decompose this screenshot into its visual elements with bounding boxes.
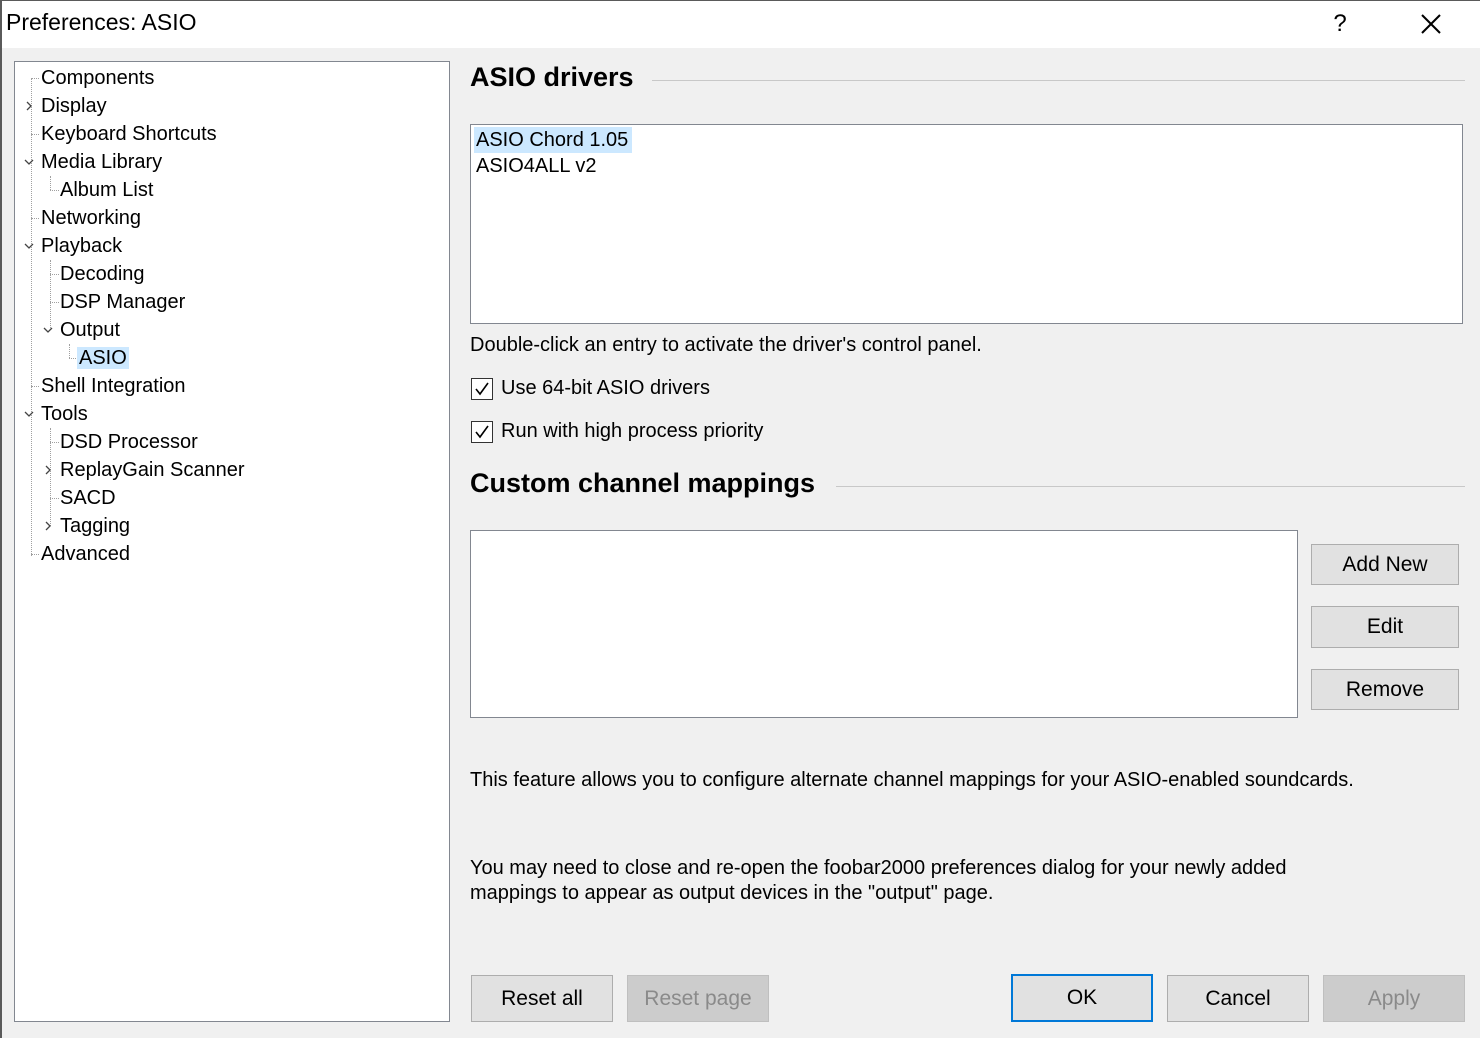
reset-page-button[interactable]: Reset page (627, 975, 769, 1022)
cancel-button[interactable]: Cancel (1167, 975, 1309, 1022)
tree-item-label: ASIO (77, 347, 129, 369)
tree-guide (50, 260, 51, 330)
tree-guide (31, 554, 39, 555)
add-new-button[interactable]: Add New (1311, 544, 1459, 585)
tree-item-tools[interactable]: Tools (39, 401, 90, 427)
tree-item-output[interactable]: Output (58, 317, 122, 343)
tree-item-label: DSD Processor (60, 431, 198, 453)
close-icon (1421, 14, 1441, 34)
tree-item-label: Decoding (60, 263, 145, 285)
tree-guide (31, 218, 39, 219)
title-bar: Preferences: ASIO ? (0, 0, 1480, 48)
preferences-tree[interactable]: Components Display Keyboard Shortcuts Media… (14, 61, 450, 1022)
chevron-down-icon[interactable] (24, 409, 34, 419)
tree-item-label: Output (60, 319, 121, 341)
chevron-right-icon[interactable] (43, 521, 53, 531)
edit-button[interactable]: Edit (1311, 606, 1459, 648)
tree-guide (31, 78, 39, 79)
tree-item-display[interactable]: Display (39, 93, 109, 119)
tree-guide (31, 134, 39, 135)
tree-item-label: ReplayGain Scanner (60, 459, 245, 481)
window-frame (0, 0, 2, 1038)
channel-mappings-list[interactable] (470, 530, 1298, 718)
tree-item-dsp-manager[interactable]: DSP Manager (58, 289, 187, 315)
tree-guide (69, 344, 70, 358)
tree-item-label: Tools (41, 403, 88, 425)
high-priority-checkbox[interactable] (471, 421, 493, 443)
asio-drivers-heading: ASIO drivers (470, 62, 634, 92)
driver-item-asio-chord[interactable]: ASIO Chord 1.05 (474, 127, 633, 153)
tree-item-label: DSP Manager (60, 291, 186, 313)
mappings-note-text: You may need to close and re-open the fo… (470, 857, 1287, 904)
chevron-down-icon[interactable] (43, 325, 53, 335)
tree-item-label: Display (41, 95, 107, 117)
window-title: Preferences: ASIO (6, 9, 197, 35)
window-frame-top (0, 0, 1480, 1)
chevron-down-icon[interactable] (24, 241, 34, 251)
tree-item-advanced[interactable]: Advanced (39, 541, 132, 567)
tree-item-label: Networking (41, 207, 142, 229)
tree-item-tagging[interactable]: Tagging (58, 513, 132, 539)
channel-mappings-heading: Custom channel mappings (470, 468, 816, 498)
tree-item-label: Keyboard Shortcuts (41, 123, 217, 145)
remove-button[interactable]: Remove (1311, 669, 1459, 710)
asio-driver-list[interactable]: ASIO Chord 1.05 ASIO4ALL v2 (470, 124, 1463, 324)
driver-hint-text: Double-click an entry to activate the dr… (470, 334, 982, 356)
chevron-right-icon[interactable] (24, 101, 34, 111)
driver-item-asio4all[interactable]: ASIO4ALL v2 (474, 153, 600, 179)
tree-item-shell-integration[interactable]: Shell Integration (39, 373, 188, 399)
tree-item-dsd-processor[interactable]: DSD Processor (58, 429, 200, 455)
tree-item-label: Media Library (41, 151, 163, 173)
tree-item-label: Playback (41, 235, 123, 257)
close-button[interactable] (1410, 4, 1454, 44)
tree-item-decoding[interactable]: Decoding (58, 261, 147, 287)
high-priority-label[interactable]: Run with high process priority (501, 420, 763, 443)
tree-guide (31, 386, 39, 387)
apply-button[interactable]: Apply (1323, 975, 1465, 1022)
reset-all-button[interactable]: Reset all (471, 975, 613, 1022)
tree-guide (50, 176, 51, 190)
tree-item-keyboard-shortcuts[interactable]: Keyboard Shortcuts (39, 121, 219, 147)
mappings-info-text: This feature allows you to configure alt… (470, 769, 1354, 791)
tree-item-label: Components (41, 67, 155, 89)
use-64bit-checkbox[interactable] (471, 378, 493, 400)
chevron-down-icon[interactable] (24, 157, 34, 167)
tree-item-label: SACD (60, 487, 116, 509)
tree-item-label: Shell Integration (41, 375, 186, 397)
tree-item-components[interactable]: Components (39, 65, 156, 91)
use-64bit-label[interactable]: Use 64-bit ASIO drivers (501, 377, 710, 400)
tree-item-asio[interactable]: ASIO (77, 345, 129, 371)
tree-item-sacd[interactable]: SACD (58, 485, 118, 511)
help-button[interactable]: ? (1322, 6, 1358, 42)
tree-item-label: Tagging (60, 515, 131, 537)
tree-item-label: Album List (60, 179, 154, 201)
chevron-right-icon[interactable] (43, 465, 53, 475)
tree-item-networking[interactable]: Networking (39, 205, 143, 231)
tree-item-label: Advanced (41, 543, 130, 565)
checkmark-icon (475, 425, 489, 439)
tree-guide (31, 78, 32, 556)
tree-item-album-list[interactable]: Album List (58, 177, 155, 203)
checkmark-icon (475, 382, 489, 396)
tree-item-playback[interactable]: Playback (39, 233, 124, 259)
tree-item-replaygain-scanner[interactable]: ReplayGain Scanner (58, 457, 247, 483)
section-divider (652, 80, 1465, 81)
section-divider (836, 486, 1465, 487)
ok-button[interactable]: OK (1011, 974, 1153, 1022)
tree-item-media-library[interactable]: Media Library (39, 149, 164, 175)
